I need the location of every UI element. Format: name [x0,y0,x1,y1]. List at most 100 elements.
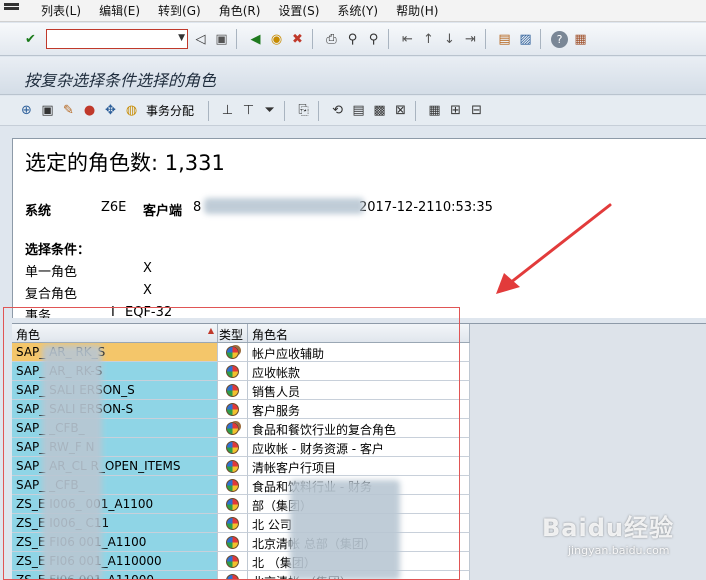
choose-layout-icon[interactable]: ⊞ [447,102,464,119]
composite-role-value: X [143,283,152,298]
display-role-icon[interactable]: ▣ [39,102,56,119]
details-icon[interactable]: ⊕ [18,102,35,119]
filter-icon[interactable]: ⏷ [261,102,278,119]
exit-icon[interactable]: ◉ [268,31,285,48]
single-role-icon [226,573,239,580]
change-role-icon[interactable]: ✎ [60,102,77,119]
separator [485,29,486,49]
redaction-blur [42,345,102,580]
menu-bar: 列表(L) 编辑(E) 转到(G) 角色(R) 设置(S) 系统(Y) 帮助(H… [0,0,706,22]
separator [312,29,313,49]
single-role-value: X [143,261,152,276]
role-type-cell[interactable] [218,533,248,552]
client-label: 客户端 [143,204,183,219]
next-page-icon[interactable]: ↓ [441,31,458,48]
role-type-cell[interactable] [218,571,248,580]
role-name-cell[interactable]: 帐户应收辅助 [248,343,470,362]
menu-edit[interactable]: 编辑(E) [90,2,149,19]
views-icon[interactable]: ⟲ [329,102,346,119]
single-role-icon [226,516,239,530]
save-layout-icon[interactable]: ⊟ [468,102,485,119]
layout-icon[interactable]: ▦ [572,31,589,48]
back-icon[interactable]: ◀ [247,31,264,48]
word-processing-icon[interactable]: ▩ [371,102,388,119]
new-session-icon[interactable]: ▤ [496,31,513,48]
partial-label: 事务 [25,309,52,318]
role-name-cell[interactable]: 食品和餐饮行业的复合角色 [248,419,470,438]
client-value: 8 [193,200,202,215]
menu-goto[interactable]: 转到(G) [149,2,210,19]
watermark-url: jingyan.baidu.com [568,544,670,557]
menu-role[interactable]: 角色(R) [210,2,270,19]
application-toolbar: ⊕ ▣ ✎ ● ✥ ◍ 事务分配 ⊥ ⊤ ⏷ ⎘ ⟲ ▤ ▩ ⊠ ▦ ⊞ ⊟ [0,96,706,126]
redaction-blur [204,198,364,214]
role-type-cell[interactable] [218,362,248,381]
partial-value: EQF-32 [125,305,173,318]
command-input[interactable] [47,30,165,48]
composite-role-icon [226,345,239,359]
first-page-icon[interactable]: ⇤ [399,31,416,48]
role-type-cell[interactable] [218,457,248,476]
print-preview-icon[interactable]: ⎘ [295,102,312,119]
role-type-cell[interactable] [218,400,248,419]
role-type-cell[interactable] [218,514,248,533]
role-type-cell[interactable] [218,552,248,571]
standard-toolbar: ✔ ▼ ◁ ▣ ◀ ◉ ✖ ⎙ ⚲ ⚲ ⇤ ↑ ↓ ⇥ ▤ ▨ ? ▦ [0,23,706,56]
print-icon[interactable]: ⎙ [323,31,340,48]
redaction-blur [290,480,400,580]
role-name-cell[interactable]: 销售人员 [248,381,470,400]
role-name-cell[interactable]: 清帐客户行项目 [248,457,470,476]
role-name-cell[interactable]: 客户服务 [248,400,470,419]
single-role-icon [226,364,239,378]
role-type-cell[interactable] [218,419,248,438]
role-type-icon[interactable]: ◍ [123,102,140,119]
abc-analysis-icon[interactable]: ⊠ [392,102,409,119]
enter-icon[interactable]: ✔ [22,31,39,48]
page-title: 按复杂选择条件选择的角色 [24,71,217,90]
cancel-icon[interactable]: ✖ [289,31,306,48]
role-type-cell[interactable] [218,476,248,495]
find-icon[interactable]: ⚲ [344,31,361,48]
menu-system[interactable]: 系统(Y) [328,2,387,19]
separator [388,29,389,49]
user-icon[interactable]: ● [81,102,98,119]
prev-page-icon[interactable]: ↑ [420,31,437,48]
role-name-cell[interactable]: 应收帐 - 财务资源 - 客户 [248,438,470,457]
single-role-label: 单一角色 [25,265,78,280]
where-used-icon[interactable]: ✥ [102,102,119,119]
separator [540,29,541,49]
export-icon[interactable]: ▤ [350,102,367,119]
menu-help[interactable]: 帮助(H) [387,2,447,19]
last-page-icon[interactable]: ⇥ [462,31,479,48]
menu-list[interactable]: 列表(L) [32,2,90,19]
shortcut-icon[interactable]: ▨ [517,31,534,48]
separator [415,100,417,121]
help-icon[interactable]: ? [551,30,568,48]
sap-menu-icon[interactable] [2,2,24,20]
system-value: Z6E [101,200,127,215]
sort-desc-icon[interactable]: ⊤ [240,102,257,119]
single-role-icon [226,535,239,549]
collapse-icon[interactable]: ◁ [192,31,209,48]
separator [208,100,210,121]
role-type-cell[interactable] [218,381,248,400]
menu-settings[interactable]: 设置(S) [269,2,328,19]
composite-role-icon [226,421,239,435]
chevron-down-icon[interactable]: ▼ [178,33,185,43]
role-type-cell[interactable] [218,495,248,514]
transaction-assign-button[interactable]: 事务分配 [146,102,194,119]
single-role-icon [226,459,239,473]
role-type-cell[interactable] [218,438,248,457]
partial-operator: I [111,305,115,318]
sort-asc-icon[interactable]: ⊥ [219,102,236,119]
column-header-type[interactable]: 类型 [218,324,248,342]
column-header-role-name[interactable]: 角色名 [248,324,470,342]
separator [236,29,237,49]
column-header-role[interactable]: 角色 ▲ [12,324,218,342]
role-type-cell[interactable] [218,343,248,362]
change-layout-icon[interactable]: ▦ [426,102,443,119]
find-next-icon[interactable]: ⚲ [365,31,382,48]
command-field[interactable]: ▼ [46,29,188,49]
role-name-cell[interactable]: 应收帐款 [248,362,470,381]
save-icon[interactable]: ▣ [213,31,230,48]
